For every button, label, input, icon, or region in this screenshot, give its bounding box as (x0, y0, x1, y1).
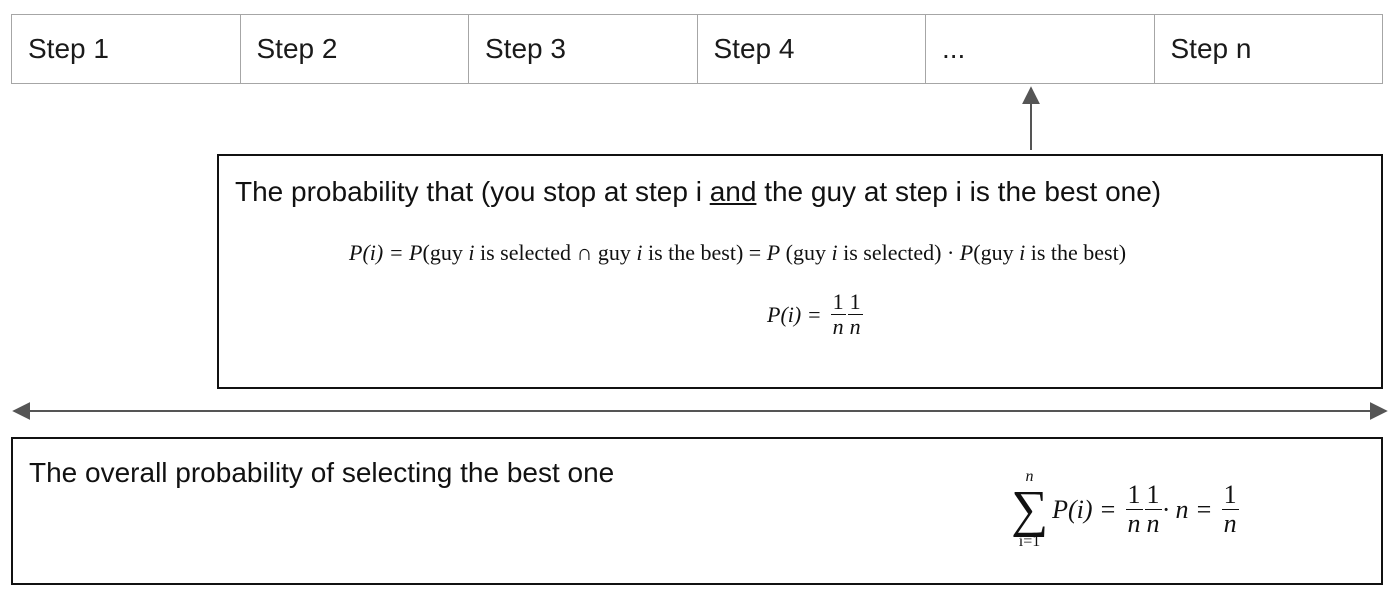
equation-overall-sum: n ∑ i=1 P(i) = 1n 1n · n = 1n (1011, 468, 1239, 551)
equation-joint-probability: P(i) = P(guy i is selected ∩ guy i is th… (349, 240, 1127, 265)
overall-heading: The overall probability of selecting the… (29, 457, 615, 488)
underlined-and: and (709, 176, 757, 207)
single-step-probability-box: The probability that (you stop at step i… (217, 154, 1383, 389)
equation-single-probability: P(i) = 1n 1n (767, 289, 863, 340)
fraction-one-over-n-b: 1n (1144, 479, 1162, 539)
fraction-one-over-n: 1n (830, 289, 846, 340)
fraction-one-over-n-a: 1n (1125, 479, 1143, 539)
fraction-one-over-n-2: 1n (847, 289, 863, 340)
summation-symbol: n ∑ i=1 (1011, 468, 1049, 551)
overall-probability-box: The overall probability of selecting the… (11, 437, 1383, 585)
single-step-heading: The probability that (you stop at step i… (235, 176, 1162, 207)
fraction-result: 1n (1221, 479, 1239, 539)
